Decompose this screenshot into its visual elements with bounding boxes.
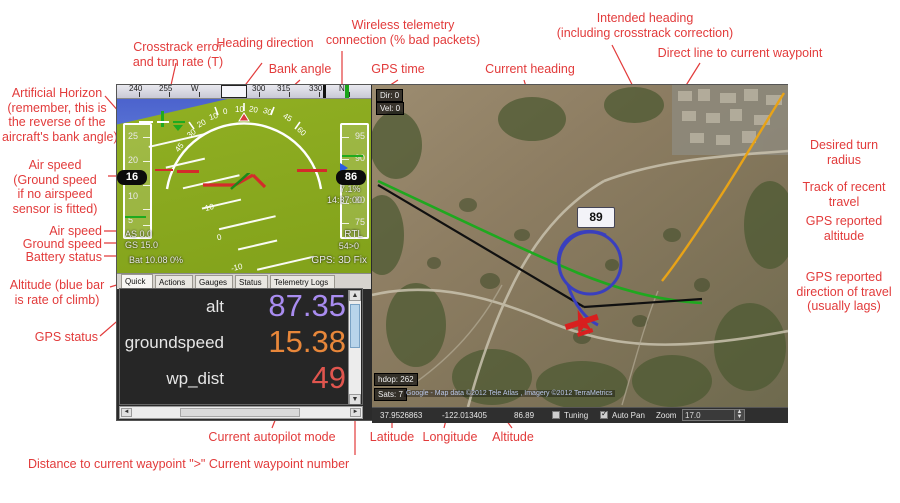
annotation-current-heading: Current heading (485, 62, 575, 76)
horizon-bar-left (177, 170, 199, 173)
altitude-tick-75: 75 (354, 217, 365, 227)
altitude-current-value: 86 (336, 170, 366, 185)
annotation-track-recent: Track of recent travel (802, 180, 886, 209)
airspeed-readout: AS 0.0 (125, 229, 153, 239)
hscrollbar-thumb[interactable] (180, 408, 300, 417)
annotation-direct-line: Direct line to current waypoint (657, 46, 823, 60)
telemetry-row-wp-dist: wp_dist 49 (120, 360, 348, 399)
autopan-label: Auto Pan (612, 411, 645, 420)
heading-label-240: 240 (129, 85, 143, 93)
heading-value-box (221, 85, 247, 98)
scroll-up-icon[interactable]: ▲ (349, 290, 361, 301)
scrollbar-thumb[interactable] (350, 304, 360, 348)
turn-rate-indicator (161, 111, 164, 127)
annotation-wireless-telemetry: Wireless telemetry connection (% bad pac… (325, 18, 481, 47)
annotation-battery-status: Battery status (25, 250, 102, 264)
annotation-intended-heading: Intended heading (including crosstrack c… (556, 11, 734, 40)
crosstrack-right-bar (173, 121, 185, 123)
tuning-checkbox[interactable] (552, 411, 560, 419)
heading-label-330: 330 (309, 85, 323, 93)
annotation-gps-time: GPS time (371, 62, 425, 76)
airspeed-current-value: 16 (117, 170, 147, 185)
altitude-tick-95: 95 (354, 131, 365, 141)
tab-bar: Quick Actions Gauges Status Telemetry Lo… (117, 273, 371, 289)
airspeed-tick-20: 20 (128, 155, 139, 165)
annotation-air-speed-note: Air speed (Ground speed if no airspeed s… (12, 158, 98, 216)
telemetry-value-wp-dist: 49 (311, 360, 346, 395)
map-attribution: Google - Map data ©2012 Tele Atlas , Ima… (404, 390, 615, 397)
map-panel[interactable]: Dir: 0 Vel: 0 hdop: 262 Sats: 7 Google -… (372, 85, 788, 407)
heading-target-marker (345, 85, 349, 98)
annotation-longitude: Longitude (422, 430, 478, 444)
status-longitude: -122.013405 (442, 411, 487, 420)
status-altitude: 86.89 (514, 411, 535, 420)
waypoint-distance-readout: 54>0 (338, 241, 359, 251)
groundspeed-readout: GS 15.0 (125, 240, 159, 250)
airspeed-tick-10: 10 (128, 191, 139, 201)
heading-label-w: W (191, 85, 199, 93)
zoom-spinner[interactable]: ▲ ▼ (734, 409, 745, 421)
heading-label-255: 255 (159, 85, 173, 93)
tab-gauges[interactable]: Gauges (195, 275, 233, 289)
airspeed-target-marker (125, 216, 146, 218)
horizontal-scrollbar[interactable]: ◄ ► (119, 406, 363, 419)
scroll-down-icon[interactable]: ▼ (349, 394, 361, 404)
waypoint-altitude-box: 89 (577, 207, 615, 228)
annotation-gps-direction: GPS reported direction of travel (usuall… (796, 270, 892, 313)
map-status-bar: 37.9526863 -122.013405 86.89 Tuning Auto… (372, 407, 788, 423)
mission-planner-window: 10 0 -10 -20 45 30 20 10 0 10 20 30 (116, 84, 788, 423)
scroll-right-icon[interactable]: ► (350, 408, 361, 417)
annotation-altitude-note: Altitude (blue bar is rate of climb) (9, 278, 105, 307)
annotation-artificial-horizon: Artificial Horizon (remember, this is th… (2, 86, 118, 144)
tab-quick[interactable]: Quick (121, 274, 153, 289)
horizon-bar-right (297, 169, 327, 172)
hud-panel[interactable]: 10 0 -10 -20 45 30 20 10 0 10 20 30 (117, 85, 371, 273)
telemetry-row-alt: alt 87.35 (120, 289, 348, 327)
heading-label-n: N (339, 85, 345, 93)
map-hdop-label: hdop: 262 (374, 373, 418, 386)
tuning-label: Tuning (564, 411, 589, 420)
telemetry-value-alt: 87.35 (268, 288, 346, 323)
airspeed-tick-25: 25 (128, 131, 139, 141)
autopilot-mode-readout: RTL (344, 229, 363, 240)
telemetry-name-groundspeed: groundspeed (124, 333, 224, 352)
annotation-latitude: Latitude (369, 430, 415, 444)
roll-label-10r: 10 (235, 105, 244, 114)
pitch-ref-bar (155, 169, 173, 171)
crosstrack-pointer (173, 125, 183, 131)
link-quality-value: 7.1% (340, 184, 361, 194)
telemetry-name-wp-dist: wp_dist (166, 369, 224, 388)
telemetry-name-alt: alt (206, 297, 224, 316)
annotation-desired-turn-radius: Desired turn radius (809, 138, 879, 167)
map-sats-label: Sats: 7 (374, 388, 407, 401)
autopan-checkbox[interactable] (600, 409, 608, 419)
battery-readout: Bat 10.08 0% (129, 255, 184, 265)
annotation-wp-dist: Distance to current waypoint ">" Current… (28, 457, 350, 471)
telemetry-row-groundspeed: groundspeed 15.38 (120, 324, 348, 363)
map-dir-label: Dir: 0 (376, 89, 404, 102)
heading-current-marker (323, 85, 326, 98)
zoom-label: Zoom (656, 411, 677, 420)
tab-telemetry-logs[interactable]: Telemetry Logs (270, 275, 335, 289)
gps-time-value: 14:37:00 (327, 195, 363, 205)
scroll-left-icon[interactable]: ◄ (121, 408, 132, 417)
tab-status[interactable]: Status (235, 275, 268, 289)
aircraft-symbol (201, 170, 281, 190)
status-latitude: 37.9526863 (380, 411, 423, 420)
annotation-gps-altitude: GPS reported altitude (805, 214, 883, 243)
roll-label-20r: 20 (248, 104, 259, 115)
annotation-altitude: Altitude (492, 430, 534, 444)
annotation-gps-status: GPS status (34, 330, 98, 344)
tab-actions[interactable]: Actions (155, 275, 193, 289)
annotation-heading-direction: Heading direction (216, 36, 314, 50)
gps-fix-readout: GPS: 3D Fix (311, 255, 367, 266)
telemetry-values-panel[interactable]: alt 87.35 groundspeed 15.38 wp_dist 49 ▲… (119, 288, 363, 405)
telemetry-scrollbar[interactable]: ▲ ▼ (348, 290, 361, 404)
map-vel-label: Vel: 0 (376, 102, 405, 115)
annotation-bank-angle: Bank angle (268, 62, 332, 76)
telemetry-value-groundspeed: 15.38 (268, 324, 346, 359)
altitude-target-marker (342, 155, 363, 157)
heading-tape[interactable]: 240 255 W 285 300 315 330 N (117, 85, 371, 99)
crosstrack-mid-bar (157, 121, 169, 123)
